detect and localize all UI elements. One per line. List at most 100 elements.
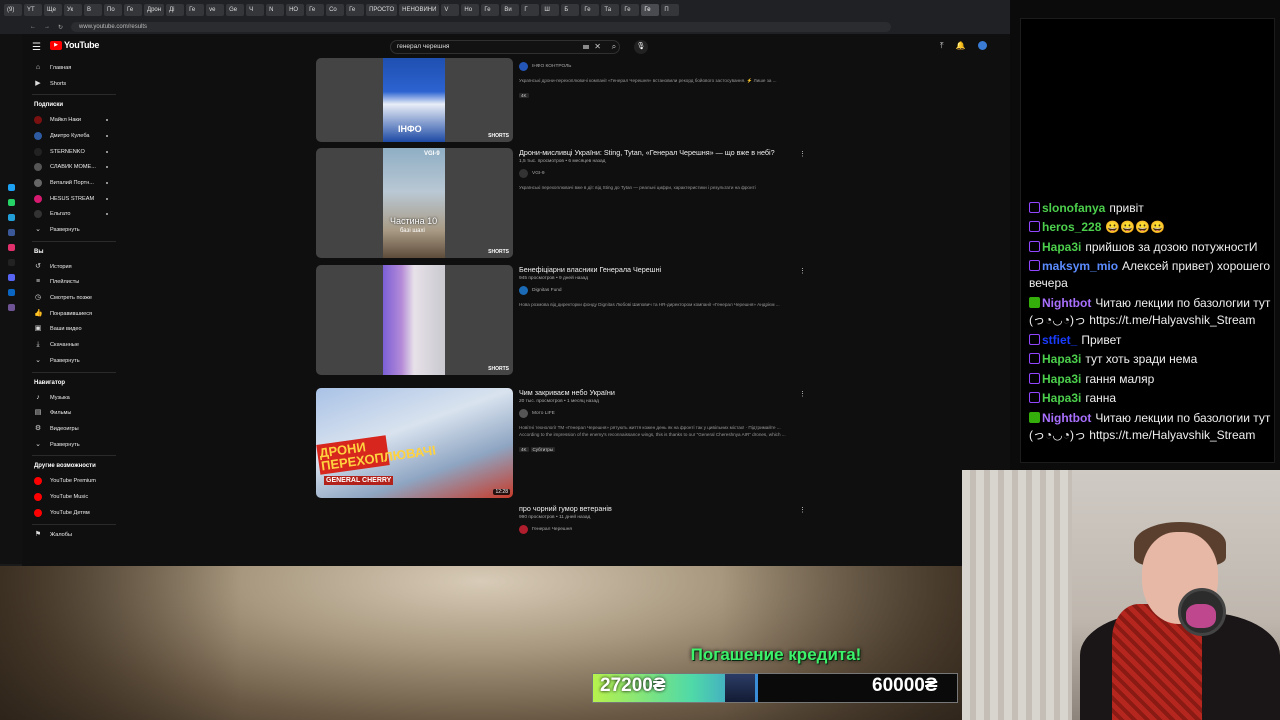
channel-row[interactable]: VGI-9 xyxy=(519,169,804,178)
channel-avatar[interactable] xyxy=(519,525,528,534)
video-result[interactable]: Частина 10 базі шахі VGI-9 SHORTS Дрони-мисл… xyxy=(316,148,806,258)
sidebar-item[interactable]: ▣ Ваши видео xyxy=(22,322,122,338)
video-title[interactable]: Дрони-мисливці України: Sting, Tytan, «Г… xyxy=(519,148,804,158)
sidebar-item[interactable]: ⌂ Главная xyxy=(22,60,122,76)
browser-tab[interactable]: НО xyxy=(286,4,305,16)
chat-username[interactable]: Nightbot xyxy=(1042,296,1091,310)
sidebar-item[interactable]: ⌄ Развернуть xyxy=(22,437,122,453)
sidebar-item[interactable]: Виталий Портн... xyxy=(22,175,122,191)
sidebar-item[interactable]: HESUS STREAM xyxy=(22,191,122,207)
video-title[interactable]: Чим закриваєм небо України xyxy=(519,388,804,398)
video-title[interactable]: про чорний гумор ветеранів xyxy=(519,504,804,514)
more-icon[interactable]: ⋮ xyxy=(799,390,806,398)
browser-tab[interactable]: Ви xyxy=(501,4,520,16)
sidebar-item[interactable]: 👍 Понравившиеся xyxy=(22,306,122,322)
sidebar-item[interactable]: Ельгато xyxy=(22,207,122,223)
app-icon[interactable] xyxy=(7,304,15,311)
browser-tab[interactable]: П xyxy=(661,4,680,16)
menu-icon[interactable]: ☰ xyxy=(32,42,41,53)
browser-tab[interactable]: Ге xyxy=(186,4,205,16)
chat-username[interactable]: Нара3і xyxy=(1042,391,1081,405)
more-icon[interactable]: ⋮ xyxy=(799,267,806,275)
create-icon[interactable]: ⤒ xyxy=(940,41,944,51)
sidebar-item[interactable]: ≡ Плейлисты xyxy=(22,275,122,291)
sidebar-item[interactable]: СЛАВИК МОМЕ... xyxy=(22,159,122,175)
app-icon[interactable] xyxy=(7,199,15,206)
channel-name[interactable]: VGI-9 xyxy=(532,171,545,176)
browser-tab[interactable]: Ді xyxy=(166,4,185,16)
browser-tab[interactable]: Ге xyxy=(621,4,640,16)
sidebar-item[interactable]: ⚙ Видеоигры xyxy=(22,421,122,437)
browser-tab[interactable]: Ге xyxy=(641,4,660,16)
channel-row[interactable]: Мото LIFE xyxy=(519,409,804,418)
app-icon[interactable] xyxy=(7,289,15,296)
back-icon[interactable]: ← xyxy=(30,24,36,30)
browser-tab[interactable]: Ге xyxy=(346,4,365,16)
youtube-logo[interactable]: ▶ YouTube xyxy=(50,40,99,50)
channel-row[interactable]: Dignitas Fund xyxy=(519,286,804,295)
video-thumbnail[interactable]: SHORTS xyxy=(316,265,513,375)
sidebar-item[interactable]: ♪ Музыка xyxy=(22,390,122,406)
browser-tab[interactable]: Но xyxy=(461,4,480,16)
browser-tab[interactable]: YT xyxy=(24,4,42,16)
sidebar-item[interactable]: ⤓ Скачанные xyxy=(22,337,122,353)
search-input[interactable]: генерал черешня ✕ xyxy=(390,40,620,54)
channel-name[interactable]: Мото LIFE xyxy=(532,411,555,416)
channel-row[interactable]: Генерал Черешня xyxy=(519,525,804,534)
channel-name[interactable]: Генерал Черешня xyxy=(532,527,572,532)
browser-tab[interactable]: Г xyxy=(521,4,540,16)
video-result[interactable]: SHORTS Бенефіціарни власники Генерала Чер… xyxy=(316,265,806,375)
sidebar-item[interactable]: YouTube Детям xyxy=(22,505,122,521)
browser-tab[interactable]: V xyxy=(441,4,460,16)
subscriptions-heading[interactable]: Подписки xyxy=(22,98,122,112)
sidebar-item[interactable]: YouTube Premium xyxy=(22,473,122,489)
sidebar-item[interactable]: ↺ История xyxy=(22,259,122,275)
app-icon[interactable] xyxy=(7,214,15,221)
sidebar-item[interactable]: ◷ Смотреть позже xyxy=(22,290,122,306)
chat-username[interactable]: slonofanya xyxy=(1042,201,1105,215)
forward-icon[interactable]: → xyxy=(44,24,50,30)
channel-name[interactable]: Dignitas Fund xyxy=(532,288,562,293)
bell-icon[interactable]: 🔔 xyxy=(956,41,966,51)
browser-tab[interactable]: Ук xyxy=(64,4,82,16)
search-icon[interactable]: ⌕ xyxy=(604,40,624,54)
browser-tab[interactable]: НЕНОВИНИ xyxy=(399,4,440,16)
more-icon[interactable]: ⋮ xyxy=(799,506,806,514)
browser-tab[interactable]: Б xyxy=(561,4,580,16)
browser-tab[interactable]: Ге xyxy=(306,4,325,16)
channel-row[interactable]: ІНФО КОНТРОЛЬ xyxy=(519,62,804,71)
browser-tab[interactable]: Ще xyxy=(44,4,62,16)
chat-username[interactable]: Нара3і xyxy=(1042,352,1081,366)
video-result[interactable]: про чорний гумор ветеранів 990 просмотров… xyxy=(316,504,806,566)
channel-avatar[interactable] xyxy=(519,169,528,178)
channel-name[interactable]: ІНФО КОНТРОЛЬ xyxy=(532,64,571,69)
app-icon[interactable] xyxy=(7,229,15,236)
chat-username[interactable]: maksym_mio xyxy=(1042,259,1118,273)
video-thumbnail[interactable]: ДРОНИ ПЕРЕХОПЛЮВАЧІ GENERAL CHERRY 12:28 xyxy=(316,388,513,498)
browser-tab[interactable]: Ге xyxy=(124,4,142,16)
browser-tab[interactable]: Ge xyxy=(226,4,245,16)
browser-tab[interactable]: Ге xyxy=(581,4,600,16)
sidebar-item[interactable]: STERNENKO xyxy=(22,144,122,160)
browser-tab[interactable]: Ч xyxy=(246,4,265,16)
mic-icon[interactable]: 🎙 xyxy=(634,40,648,54)
channel-avatar[interactable] xyxy=(519,286,528,295)
clear-icon[interactable]: ✕ xyxy=(594,41,601,53)
browser-tab[interactable]: Ш xyxy=(541,4,560,16)
video-thumbnail[interactable]: Частина 10 базі шахі VGI-9 SHORTS xyxy=(316,148,513,258)
browser-tab[interactable]: ve xyxy=(206,4,225,16)
chat-username[interactable]: stfiet_ xyxy=(1042,333,1077,347)
channel-avatar[interactable] xyxy=(519,409,528,418)
browser-tab[interactable]: Та xyxy=(601,4,620,16)
reload-icon[interactable]: ↻ xyxy=(58,24,63,31)
avatar[interactable] xyxy=(977,41,987,50)
url-field[interactable]: www.youtube.com/results xyxy=(71,22,892,32)
sidebar-item[interactable]: ⌄ Развернуть xyxy=(22,222,122,238)
video-result[interactable]: ІНФО SHORTS ІНФО КОНТРОЛЬ Українські дрони-… xyxy=(316,58,806,142)
chat-username[interactable]: Nightbot xyxy=(1042,411,1091,425)
sidebar-item[interactable]: ▤ Фильмы xyxy=(22,405,122,421)
video-title[interactable]: Бенефіціарни власники Генерала Черешні xyxy=(519,265,804,275)
chat-username[interactable]: Нара3і xyxy=(1042,372,1081,386)
more-icon[interactable]: ⋮ xyxy=(799,150,806,158)
sidebar-item[interactable]: Майкл Наки xyxy=(22,112,122,128)
